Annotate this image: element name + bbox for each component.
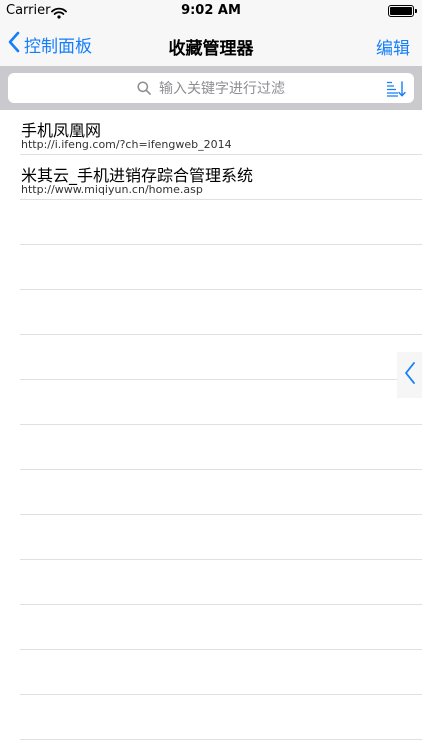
navigation-bar: 控制面板 收藏管理器 编辑 bbox=[0, 22, 422, 66]
search-input[interactable]: 输入关键字进行过滤 bbox=[8, 73, 414, 103]
empty-row bbox=[20, 515, 422, 560]
empty-row bbox=[20, 335, 422, 380]
edit-button[interactable]: 编辑 bbox=[376, 34, 410, 59]
empty-row bbox=[20, 560, 422, 605]
chevron-left-icon bbox=[404, 361, 416, 389]
search-icon bbox=[137, 81, 151, 95]
status-bar: Carrier 9:02 AM bbox=[0, 0, 422, 22]
bookmark-list: 手机凤凰网 http://i.ifeng.com/?ch=ifengweb_20… bbox=[0, 110, 422, 740]
list-item[interactable]: 米其云_手机进销存踪合管理系统 http://www.miqiyun.cn/ho… bbox=[20, 155, 422, 200]
empty-row bbox=[20, 605, 422, 650]
empty-row bbox=[20, 290, 422, 335]
status-time: 9:02 AM bbox=[181, 3, 241, 18]
empty-row bbox=[20, 695, 422, 740]
search-bar: 输入关键字进行过滤 bbox=[0, 66, 422, 110]
battery-icon bbox=[388, 5, 417, 17]
empty-row bbox=[20, 380, 422, 425]
empty-row bbox=[20, 200, 422, 245]
search-placeholder: 输入关键字进行过滤 bbox=[159, 81, 285, 97]
empty-row bbox=[20, 245, 422, 290]
empty-row bbox=[20, 650, 422, 695]
list-item[interactable]: 手机凤凰网 http://i.ifeng.com/?ch=ifengweb_20… bbox=[20, 110, 422, 155]
empty-row bbox=[20, 425, 422, 470]
bookmark-url: http://www.miqiyun.cn/home.asp bbox=[21, 183, 203, 196]
sort-icon[interactable] bbox=[386, 81, 406, 101]
page-title: 收藏管理器 bbox=[168, 39, 254, 59]
side-panel-toggle[interactable] bbox=[397, 352, 422, 398]
empty-row bbox=[20, 470, 422, 515]
bookmark-url: http://i.ifeng.com/?ch=ifengweb_2014 bbox=[21, 138, 232, 151]
